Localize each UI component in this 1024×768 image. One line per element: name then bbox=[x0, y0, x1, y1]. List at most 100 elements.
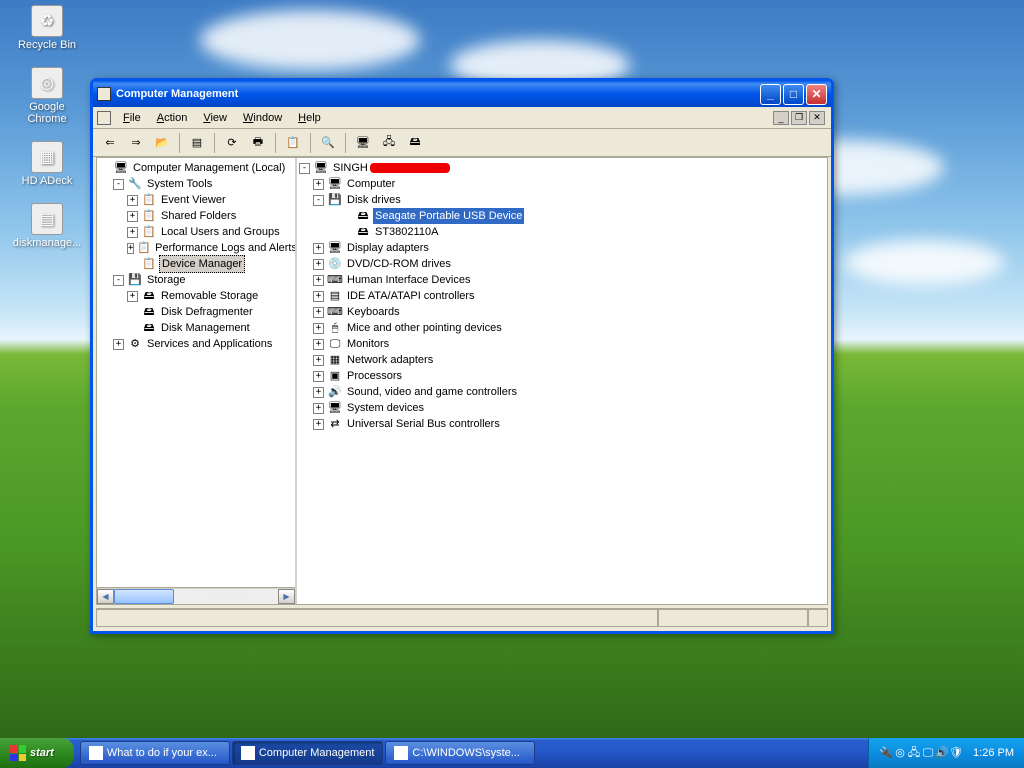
device-tree[interactable]: -🖥SINGH+🖥Computer-💾Disk drives🖴Seagate P… bbox=[297, 158, 827, 434]
scroll-track[interactable] bbox=[114, 589, 278, 604]
device-root[interactable]: -🖥SINGH bbox=[299, 160, 825, 176]
refresh-icon[interactable]: ⟳ bbox=[221, 132, 243, 154]
desktop-icon-hd-adeck[interactable]: ▦HD ADeck bbox=[10, 141, 84, 187]
maximize-button[interactable]: □ bbox=[783, 84, 804, 105]
device-category[interactable]: +🖱Mice and other pointing devices bbox=[299, 320, 825, 336]
device-category[interactable]: +▣Processors bbox=[299, 368, 825, 384]
safely-remove-icon[interactable]: 🔌 bbox=[879, 746, 893, 760]
desktop-icon-google-chrome[interactable]: ◎Google Chrome bbox=[10, 67, 84, 125]
device-category[interactable]: +🔊Sound, video and game controllers bbox=[299, 384, 825, 400]
inner-close-button[interactable]: ✕ bbox=[809, 111, 825, 125]
close-button[interactable]: ✕ bbox=[806, 84, 827, 105]
expander-icon[interactable]: + bbox=[313, 259, 324, 270]
expander-icon[interactable]: + bbox=[313, 243, 324, 254]
menubar: FileActionViewWindowHelp _ ❐ ✕ bbox=[93, 107, 831, 129]
export-icon[interactable]: 📋 bbox=[282, 132, 304, 154]
inner-minimize-button[interactable]: _ bbox=[773, 111, 789, 125]
device-category[interactable]: +⇄Universal Serial Bus controllers bbox=[299, 416, 825, 432]
tree-item[interactable]: 🖴Disk Management bbox=[99, 320, 293, 336]
taskbar-item[interactable]: What to do if your ex... bbox=[80, 741, 230, 765]
tree-label: Network adapters bbox=[345, 352, 435, 368]
desktop-icon-diskmanage[interactable]: ▤diskmanage... bbox=[10, 203, 84, 249]
tree-item[interactable]: 🖴Disk Defragmenter bbox=[99, 304, 293, 320]
tree-item[interactable]: +📋Local Users and Groups bbox=[99, 224, 293, 240]
tree-item[interactable]: +📋Event Viewer bbox=[99, 192, 293, 208]
expander-icon[interactable]: - bbox=[113, 275, 124, 286]
inner-restore-button[interactable]: ❐ bbox=[791, 111, 807, 125]
device-category[interactable]: -💾Disk drives bbox=[299, 192, 825, 208]
menu-help[interactable]: Help bbox=[290, 110, 329, 126]
properties-icon[interactable]: ▤ bbox=[186, 132, 208, 154]
expander-icon[interactable]: + bbox=[313, 307, 324, 318]
forward-icon[interactable]: ⇒ bbox=[125, 132, 147, 154]
left-scrollbar[interactable]: ◀ ▶ bbox=[97, 587, 295, 604]
network-icon[interactable]: 🖧 bbox=[907, 747, 921, 761]
scroll-right-button[interactable]: ▶ bbox=[278, 589, 295, 604]
scroll-left-button[interactable]: ◀ bbox=[97, 589, 114, 604]
tree-storage[interactable]: -💾Storage bbox=[99, 272, 293, 288]
expander-icon[interactable]: + bbox=[313, 387, 324, 398]
tree-icon: 🖥 bbox=[327, 400, 343, 416]
taskbar-item[interactable]: Computer Management bbox=[232, 741, 384, 765]
back-icon[interactable]: ⇐ bbox=[99, 132, 121, 154]
expander-icon[interactable]: + bbox=[313, 371, 324, 382]
device3-icon[interactable]: 🖴 bbox=[404, 132, 426, 154]
menu-file[interactable]: File bbox=[115, 110, 149, 126]
expander-icon[interactable]: + bbox=[113, 339, 124, 350]
chrome-icon[interactable]: ◎ bbox=[893, 746, 907, 760]
device-category[interactable]: +⌨Human Interface Devices bbox=[299, 272, 825, 288]
menu-action[interactable]: Action bbox=[149, 110, 196, 126]
expander-icon[interactable]: + bbox=[313, 339, 324, 350]
expander-icon[interactable]: + bbox=[127, 195, 138, 206]
device-category[interactable]: +▦Network adapters bbox=[299, 352, 825, 368]
expander-icon[interactable]: - bbox=[113, 179, 124, 190]
volume-icon[interactable]: 🔊 bbox=[935, 746, 949, 760]
device-category[interactable]: +🖥Computer bbox=[299, 176, 825, 192]
expander-icon[interactable]: + bbox=[313, 323, 324, 334]
expander-icon[interactable]: + bbox=[127, 291, 138, 302]
titlebar[interactable]: Computer Management _ □ ✕ bbox=[93, 81, 831, 107]
device-category[interactable]: +💿DVD/CD-ROM drives bbox=[299, 256, 825, 272]
device1-icon[interactable]: 🖥 bbox=[352, 132, 374, 154]
expander-icon[interactable]: - bbox=[313, 195, 324, 206]
expander-icon[interactable]: + bbox=[313, 291, 324, 302]
scan-icon[interactable]: 🔍 bbox=[317, 132, 339, 154]
device-category[interactable]: +🖥System devices bbox=[299, 400, 825, 416]
tree-services[interactable]: +⚙Services and Applications bbox=[99, 336, 293, 352]
shield-icon[interactable]: 🛡 bbox=[949, 746, 963, 760]
minimize-button[interactable]: _ bbox=[760, 84, 781, 105]
clock[interactable]: 1:26 PM bbox=[973, 747, 1014, 759]
scroll-thumb[interactable] bbox=[114, 589, 174, 604]
desktop-icon-recycle-bin[interactable]: ♻Recycle Bin bbox=[10, 5, 84, 51]
expander-icon[interactable]: + bbox=[127, 243, 134, 254]
expander-icon[interactable]: - bbox=[299, 163, 310, 174]
expander-icon[interactable]: + bbox=[313, 355, 324, 366]
up-folder-icon[interactable]: 📂 bbox=[151, 132, 173, 154]
console-tree[interactable]: 🖥Computer Management (Local)-🔧System Too… bbox=[97, 158, 295, 587]
expander-icon[interactable]: + bbox=[313, 419, 324, 430]
tree-root[interactable]: 🖥Computer Management (Local) bbox=[99, 160, 293, 176]
device2-icon[interactable]: 🖧 bbox=[378, 132, 400, 154]
device-item[interactable]: 🖴ST3802110A bbox=[299, 224, 825, 240]
menu-window[interactable]: Window bbox=[235, 110, 290, 126]
device-category[interactable]: +🖥Display adapters bbox=[299, 240, 825, 256]
display-icon[interactable]: 🖵 bbox=[921, 747, 935, 761]
tree-item[interactable]: +🖴Removable Storage bbox=[99, 288, 293, 304]
device-category[interactable]: +▤IDE ATA/ATAPI controllers bbox=[299, 288, 825, 304]
device-category[interactable]: +⌨Keyboards bbox=[299, 304, 825, 320]
expander-icon[interactable]: + bbox=[313, 275, 324, 286]
expander-icon[interactable]: + bbox=[313, 403, 324, 414]
tree-system-tools[interactable]: -🔧System Tools bbox=[99, 176, 293, 192]
tree-item[interactable]: +📋Performance Logs and Alerts bbox=[99, 240, 293, 256]
expander-icon[interactable]: + bbox=[127, 227, 138, 238]
menu-view[interactable]: View bbox=[195, 110, 235, 126]
expander-icon[interactable]: + bbox=[127, 211, 138, 222]
expander-icon[interactable]: + bbox=[313, 179, 324, 190]
device-category[interactable]: +🖵Monitors bbox=[299, 336, 825, 352]
print-icon[interactable]: 🖶 bbox=[247, 132, 269, 154]
tree-item[interactable]: +📋Shared Folders bbox=[99, 208, 293, 224]
start-button[interactable]: start bbox=[0, 738, 74, 768]
taskbar-item[interactable]: C:\WINDOWS\syste... bbox=[385, 741, 535, 765]
device-item[interactable]: 🖴Seagate Portable USB Device bbox=[299, 208, 825, 224]
tree-item[interactable]: 📋Device Manager bbox=[99, 256, 293, 272]
